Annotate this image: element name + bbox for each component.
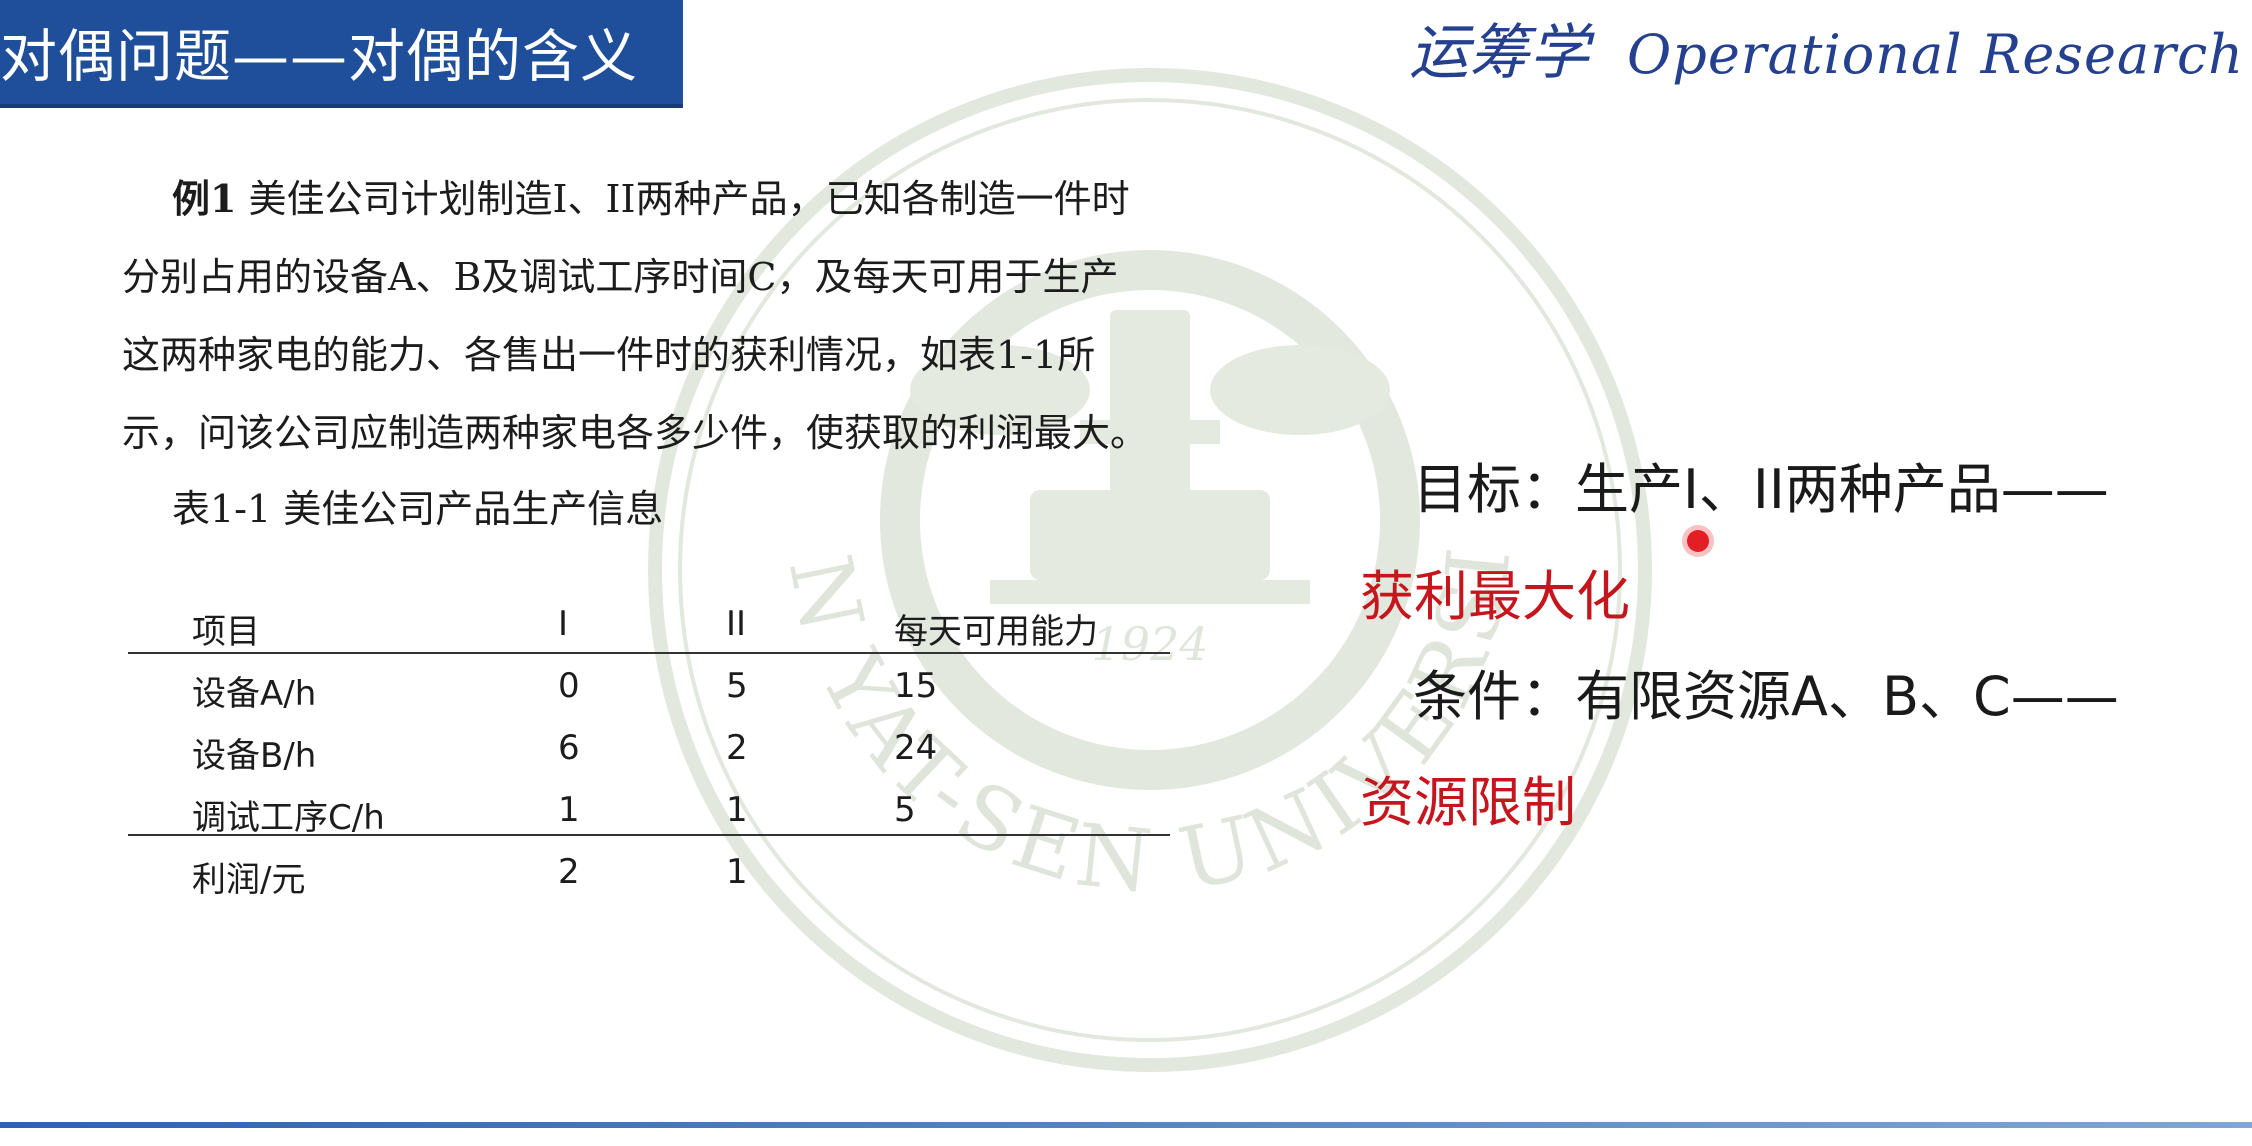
table-row: 利润/元 2 1: [128, 848, 1170, 908]
brand-chinese: 运筹学: [1408, 18, 1589, 88]
table-cell: 15: [894, 666, 938, 706]
table-cell: 1: [558, 790, 580, 830]
goal-emphasis: 获利最大化: [1360, 565, 1630, 628]
table-cell: 2: [558, 852, 580, 892]
table-cell: 24: [894, 728, 938, 768]
problem-line-3: 这两种家电的能力、各售出一件时的获利情况，如表1-1所: [122, 333, 1096, 377]
course-brand: 运筹学 Operational Research: [1409, 4, 2244, 91]
table-cell: 设备A/h: [192, 674, 317, 714]
condition-emphasis: 资源限制: [1360, 771, 1576, 834]
problem-line-2: 分别占用的设备A、B及调试工序时间C，及每天可用于生产: [122, 255, 1119, 299]
brand-english: Operational Research: [1626, 23, 2244, 86]
example-label: 例1: [172, 176, 237, 221]
table-cell: 1: [726, 852, 748, 892]
table-caption: 表1-1 美佳公司产品生产信息: [172, 487, 664, 531]
table-cell: 调试工序C/h: [192, 798, 385, 838]
table-row: 设备A/h 0 5 15: [128, 662, 1170, 722]
table-cell: 5: [894, 790, 916, 830]
table-header-row: 项目 I II 每天可用能力: [128, 600, 1170, 660]
table-cell: 1: [726, 790, 748, 830]
title-bar: 对偶问题——对偶的含义: [0, 0, 683, 108]
laser-pointer-dot: [1687, 530, 1709, 552]
table-cell: 利润/元: [192, 860, 306, 900]
problem-statement: 例1 美佳公司计划制造I、II两种产品，已知各制造一件时 分别占用的设备A、B及…: [122, 160, 1282, 472]
header-product-2: II: [726, 604, 747, 644]
header-item: 项目: [192, 612, 260, 652]
problem-line-1-text: 美佳公司计划制造I、II两种产品，已知各制造一件时: [236, 177, 1130, 221]
table-mid-rule: [128, 834, 1170, 836]
slide-title: 对偶问题——对偶的含义: [0, 24, 638, 90]
header-product-1: I: [558, 604, 569, 644]
table-cell: 6: [558, 728, 580, 768]
table-cell: 0: [558, 666, 580, 706]
condition-note: 条件：有限资源A、B、C——: [1413, 665, 2119, 728]
slide: 1924 SUN YAT-SEN UNIVERSITY 对偶问题——对偶的含义 …: [0, 0, 2252, 1146]
goal-note: 目标：生产I、II两种产品——: [1413, 458, 2109, 521]
table-row: 调试工序C/h 1 1 5: [128, 786, 1170, 846]
header-capacity: 每天可用能力: [894, 612, 1098, 652]
table-row: 设备B/h 6 2 24: [128, 724, 1170, 784]
table-cell: 2: [726, 728, 748, 768]
problem-line-1: 例1 美佳公司计划制造I、II两种产品，已知各制造一件时: [122, 160, 1282, 238]
table-cell: 5: [726, 666, 748, 706]
footer-rule: [0, 1122, 2252, 1128]
table-top-rule: [128, 652, 1170, 654]
problem-line-4: 示，问该公司应制造两种家电各多少件，使获取的利润最大。: [122, 411, 1149, 455]
table-cell: 设备B/h: [192, 736, 317, 776]
